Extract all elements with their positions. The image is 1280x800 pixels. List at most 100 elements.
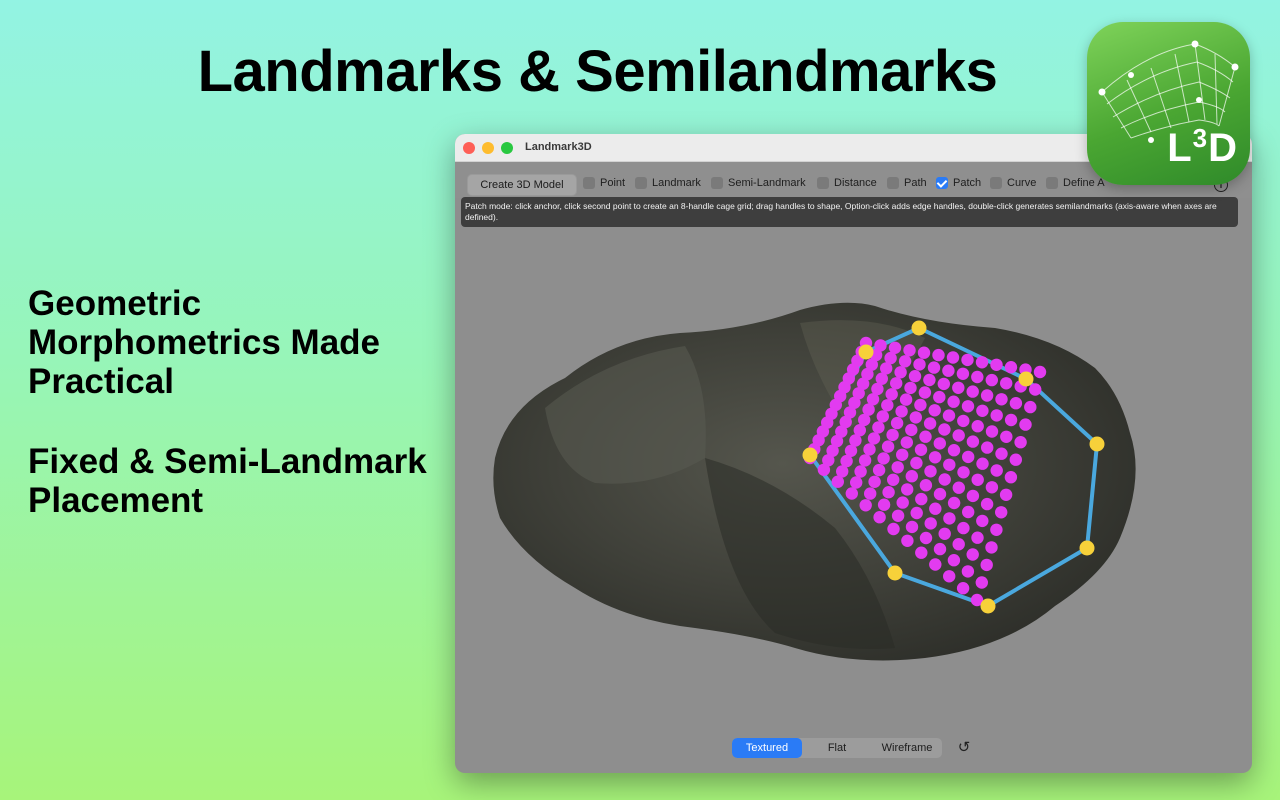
semilandmark-point: [962, 450, 975, 464]
semilandmark-point: [924, 517, 937, 530]
cage-handle[interactable]: [1089, 436, 1105, 452]
semilandmark-point: [867, 432, 881, 445]
semilandmark-point: [1033, 365, 1047, 379]
semilandmark-point: [905, 423, 918, 437]
create-3d-model-button[interactable]: Create 3D Model: [467, 174, 577, 196]
semilandmark-point: [886, 428, 899, 442]
semilandmark-point: [995, 393, 1008, 406]
cage-handle[interactable]: [911, 320, 927, 336]
view-mode-selector: Textured Flat Wireframe: [732, 738, 942, 758]
semilandmark-point: [933, 487, 947, 501]
semilandmark-point: [985, 541, 998, 554]
semilandmark-point: [831, 475, 844, 488]
semilandmark-point: [881, 399, 894, 412]
semilandmark-point: [980, 389, 994, 402]
semilandmark-point: [894, 366, 907, 379]
semilandmark-point: [890, 377, 903, 390]
semilandmark-point: [961, 400, 975, 413]
mode-path-checkbox[interactable]: Path: [887, 175, 927, 191]
semilandmark-point: [913, 358, 926, 371]
model-scene[interactable]: [455, 228, 1252, 773]
semilandmark-point: [957, 466, 970, 479]
semilandmark-point: [905, 520, 919, 534]
semilandmark-point: [995, 506, 1008, 519]
semilandmark-point: [1004, 413, 1018, 427]
checkbox-box[interactable]: [1046, 177, 1058, 189]
semilandmark-point: [976, 457, 989, 470]
zoom-button[interactable]: [501, 142, 513, 154]
semilandmark-point: [901, 534, 914, 547]
app-icon-label: L3D: [1167, 123, 1238, 171]
semilandmark-point: [915, 546, 928, 559]
semilandmark-point: [887, 522, 900, 536]
mode-distance-checkbox[interactable]: Distance: [817, 175, 877, 191]
semilandmark-point: [990, 523, 1003, 536]
cage-handle[interactable]: [858, 344, 874, 360]
semilandmark-point: [877, 498, 891, 511]
semilandmark-point: [914, 443, 928, 456]
cage-handle[interactable]: [1079, 540, 1095, 556]
promo-headline: Landmarks & Semilandmarks: [197, 39, 998, 104]
cage-handle[interactable]: [1018, 371, 1034, 387]
minimize-button[interactable]: [482, 142, 494, 154]
semilandmark-point: [898, 355, 912, 368]
semilandmark-point: [947, 444, 961, 457]
view-mode-textured[interactable]: Textured: [732, 738, 802, 758]
mode-label: Path: [904, 177, 927, 189]
semilandmark-point: [966, 489, 980, 503]
reset-view-icon[interactable]: ↺: [955, 739, 973, 757]
semilandmark-point: [919, 430, 932, 443]
semilandmark-point: [942, 409, 956, 422]
semilandmark-point: [901, 483, 914, 496]
app-icon: L3D: [1087, 22, 1250, 185]
checkbox-box[interactable]: [990, 177, 1002, 189]
semilandmark-point: [928, 404, 941, 417]
checkbox-box[interactable]: [583, 177, 595, 189]
mode-curve-checkbox[interactable]: Curve: [990, 175, 1036, 191]
cage-handle[interactable]: [887, 565, 903, 581]
semilandmark-point: [910, 456, 923, 470]
semilandmark-point: [929, 502, 942, 515]
mode-landmark-checkbox[interactable]: Landmark: [635, 175, 701, 191]
view-mode-flat[interactable]: Flat: [802, 738, 872, 758]
semilandmark-point: [858, 454, 872, 467]
semilandmark-point: [891, 461, 904, 474]
cage-handle[interactable]: [802, 447, 818, 463]
semilandmark-point: [876, 410, 889, 423]
semilandmark-point: [927, 361, 941, 374]
checkbox-box[interactable]: [711, 177, 723, 189]
semilandmark-point: [971, 370, 984, 384]
semilandmark-point: [943, 458, 956, 471]
view-mode-wireframe[interactable]: Wireframe: [872, 738, 942, 758]
semilandmark-point: [845, 487, 858, 500]
semilandmark-point: [895, 405, 908, 418]
semilandmark-point: [990, 464, 1003, 477]
semilandmark-point: [896, 496, 909, 509]
semilandmark-point: [1000, 377, 1013, 390]
semilandmark-point: [975, 356, 989, 369]
semilandmark-point: [966, 435, 980, 448]
checkbox-box[interactable]: [817, 177, 829, 189]
cage-handle[interactable]: [980, 598, 996, 614]
checkbox-box[interactable]: [635, 177, 647, 189]
3d-viewport[interactable]: [455, 228, 1252, 773]
semilandmark-point: [937, 377, 950, 391]
mode-patch-checkbox[interactable]: Patch: [936, 175, 981, 191]
mode-label: Distance: [834, 177, 877, 189]
semilandmark-point: [899, 393, 913, 406]
close-button[interactable]: [463, 142, 475, 154]
semilandmark-point: [980, 497, 994, 511]
checkbox-box[interactable]: [887, 177, 899, 189]
semilandmark-point: [976, 514, 989, 528]
mode-semi-landmark-checkbox[interactable]: Semi-Landmark: [711, 175, 806, 191]
semilandmark-point: [885, 388, 898, 401]
semilandmark-point: [985, 373, 998, 387]
checkbox-box[interactable]: [936, 177, 948, 189]
semilandmark-point: [881, 440, 895, 453]
semilandmark-point: [933, 542, 947, 556]
semilandmark-point: [908, 370, 922, 383]
semilandmark-point: [938, 527, 951, 540]
semilandmark-point: [943, 512, 956, 525]
mode-point-checkbox[interactable]: Point: [583, 175, 625, 191]
semilandmark-point: [961, 353, 974, 367]
